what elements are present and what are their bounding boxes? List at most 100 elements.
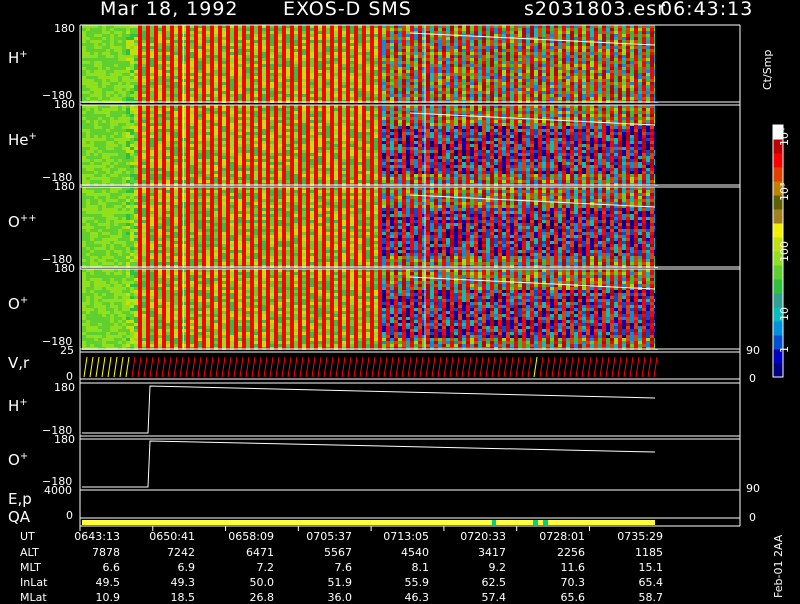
spectrogram-cell xyxy=(118,97,122,100)
spectrogram-cell xyxy=(442,67,446,70)
spectrogram-cell xyxy=(210,43,214,46)
spectrogram-cell xyxy=(362,64,366,67)
spectrogram-cell xyxy=(226,180,230,183)
spectrogram-cell xyxy=(210,64,214,67)
spectrogram-cell xyxy=(110,120,114,123)
spectrogram-cell xyxy=(350,79,354,82)
spectrogram-cell xyxy=(218,168,222,171)
spectrogram-cell xyxy=(82,46,86,49)
spectrogram-cell xyxy=(194,40,198,43)
spectrogram-cell xyxy=(178,138,182,141)
spectrogram-cell xyxy=(482,82,486,85)
spectrogram-cell xyxy=(518,76,522,79)
spectrogram-cell xyxy=(146,88,150,91)
spectrogram-cell xyxy=(186,97,190,100)
spectrogram-cell xyxy=(138,88,142,91)
spectrogram-cell xyxy=(158,37,162,40)
spectrogram-cell xyxy=(150,114,154,117)
spectrogram-cell xyxy=(138,123,142,126)
spectrogram-cell xyxy=(550,94,554,97)
spectrogram-cell xyxy=(150,85,154,88)
spectrogram-cell xyxy=(314,91,318,94)
spectrogram-cell xyxy=(558,67,562,70)
spectrogram-cell xyxy=(558,79,562,82)
spectrogram-cell xyxy=(294,46,298,49)
spectrogram-cell xyxy=(198,126,202,129)
spectrogram-cell xyxy=(194,120,198,123)
spectrogram-cell xyxy=(326,43,330,46)
spectrogram-cell xyxy=(514,34,518,37)
spectrogram-cell xyxy=(122,144,126,147)
spectrogram-cell xyxy=(394,94,398,97)
spectrogram-cell xyxy=(86,159,90,162)
spectrogram-cell xyxy=(374,58,378,61)
spectrogram-cell xyxy=(174,108,178,111)
spectrogram-cell xyxy=(554,76,558,79)
spectrogram-cell xyxy=(482,85,486,88)
spectrogram-cell xyxy=(478,73,482,76)
spectrogram-cell xyxy=(246,61,250,64)
spectrogram-cell xyxy=(258,168,262,171)
spectrogram-cell xyxy=(330,67,334,70)
spectrogram-cell xyxy=(186,114,190,117)
spectrogram-cell xyxy=(234,58,238,61)
spectrogram-cell xyxy=(206,94,210,97)
spectrogram-cell xyxy=(538,97,542,100)
spectrogram-cell xyxy=(194,97,198,100)
spectrogram-cell xyxy=(122,168,126,171)
spectrogram-cell xyxy=(262,46,266,49)
spectrogram-cell xyxy=(138,64,142,67)
spectrogram-cell xyxy=(222,43,226,46)
spectrogram-cell xyxy=(218,111,222,114)
spectrogram-cell xyxy=(566,31,570,34)
spectrogram-cell xyxy=(426,37,430,40)
spectrogram-cell xyxy=(562,88,566,91)
spectrogram-cell xyxy=(198,61,202,64)
spectrogram-cell xyxy=(246,76,250,79)
spectrogram-cell xyxy=(206,156,210,159)
spectrogram-cell xyxy=(210,40,214,43)
spectrogram-cell xyxy=(398,58,402,61)
spectrogram-cell xyxy=(94,153,98,156)
spectrogram-cell xyxy=(166,144,170,147)
spectrogram-cell xyxy=(138,76,142,79)
spectrogram-cell xyxy=(494,64,498,67)
spectrogram-cell xyxy=(202,73,206,76)
spectrogram-cell xyxy=(158,135,162,138)
spectrogram-cell xyxy=(206,67,210,70)
spectrogram-cell xyxy=(146,159,150,162)
spectrogram-cell xyxy=(186,168,190,171)
spectrogram-cell xyxy=(394,91,398,94)
spectrogram-cell xyxy=(306,49,310,52)
spectrogram-cell xyxy=(638,28,642,31)
spectrogram-cell xyxy=(350,46,354,49)
spectrogram-cell xyxy=(374,70,378,73)
spectrogram-cell xyxy=(410,58,414,61)
spectrogram-cell xyxy=(214,76,218,79)
spectrogram-cell xyxy=(218,79,222,82)
spectrogram-cell xyxy=(446,73,450,76)
spectrogram-cell xyxy=(390,43,394,46)
spectrogram-cell xyxy=(254,76,258,79)
spectrogram-cell xyxy=(218,114,222,117)
spectrogram-cell xyxy=(142,82,146,85)
spectrogram-cell xyxy=(270,31,274,34)
spectrogram-cell xyxy=(118,114,122,117)
spectrogram-cell xyxy=(438,97,442,100)
spectrogram-cell xyxy=(106,43,110,46)
spectrogram-cell xyxy=(362,55,366,58)
spectrogram-cell xyxy=(202,76,206,79)
spectrogram-cell xyxy=(438,43,442,46)
spectrogram-cell xyxy=(322,82,326,85)
spectrogram-cell xyxy=(478,97,482,100)
spectrogram-cell xyxy=(150,144,154,147)
spectrogram-cell xyxy=(486,67,490,70)
spectrogram-cell xyxy=(170,37,174,40)
spectrogram-cell xyxy=(398,31,402,34)
spectrogram-cell xyxy=(582,79,586,82)
spectrogram-cell xyxy=(126,94,130,97)
spectrogram-cell xyxy=(230,67,234,70)
spectrogram-cell xyxy=(98,31,102,34)
spectrogram-cell xyxy=(246,177,250,180)
spectrogram-cell xyxy=(158,165,162,168)
